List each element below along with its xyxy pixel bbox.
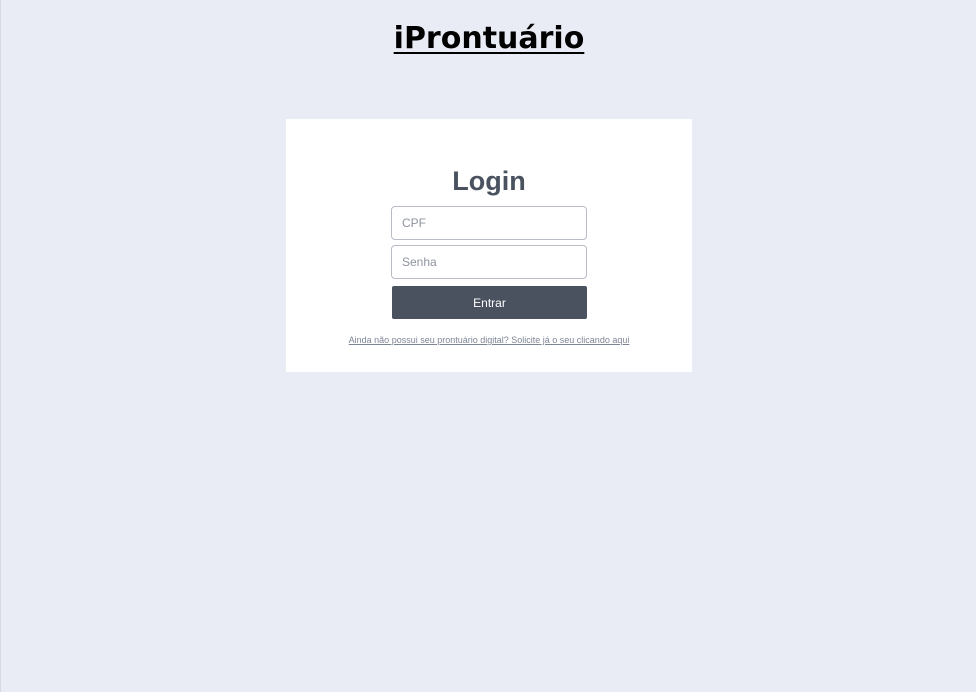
login-heading: Login [452,166,526,196]
app-title-text: iProntuário [393,21,585,56]
cpf-input[interactable] [391,206,587,240]
senha-input[interactable] [391,245,587,279]
login-card: Login Entrar Ainda não possui seu prontu… [286,119,692,372]
entrar-button[interactable]: Entrar [392,286,587,319]
signup-link[interactable]: Ainda não possui seu prontuário digital?… [286,335,692,345]
app-title: iProntuário [1,18,976,60]
